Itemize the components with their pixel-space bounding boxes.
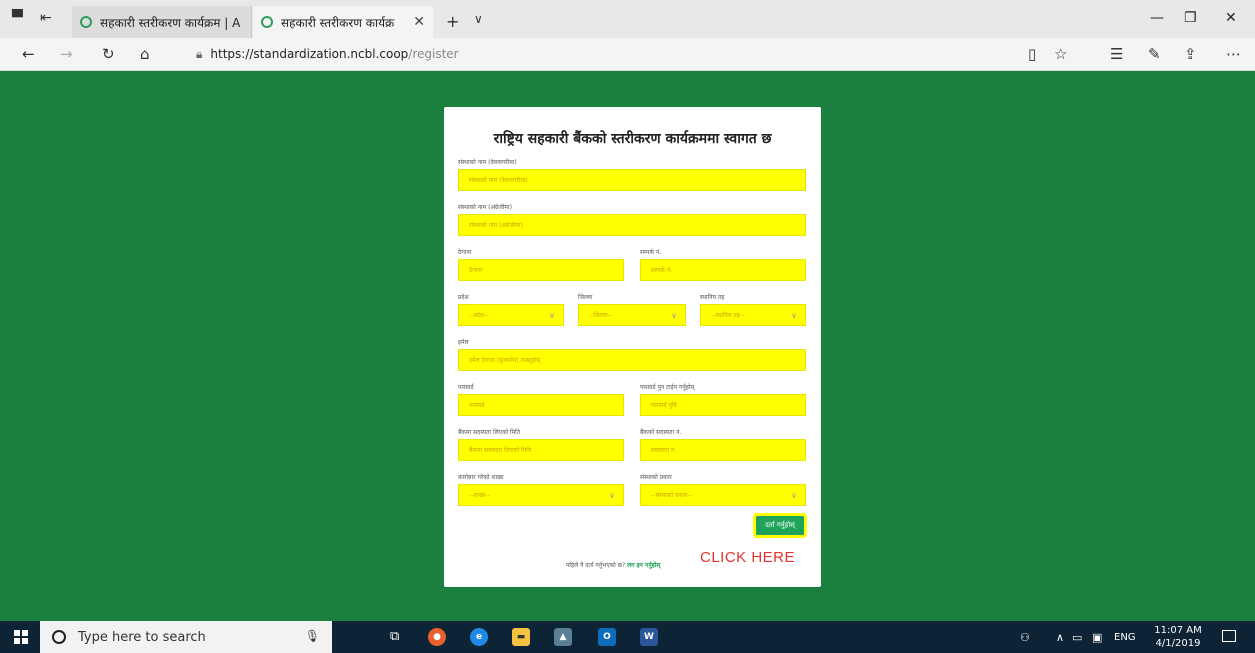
chevron-down-icon: ∨ xyxy=(671,311,677,320)
share-icon[interactable]: ⇪ xyxy=(1184,45,1197,63)
org-name-en-input[interactable]: संस्थाको नाम (अंग्रेजीमा) xyxy=(458,214,806,236)
password-input[interactable]: पासवर्ड xyxy=(458,394,624,416)
browser-tab-bar: ▀ ⇤ सहकारी स्तरीकरण कार्यक्रम | A सहकारी… xyxy=(0,0,1255,38)
password-label: पासवर्ड xyxy=(458,384,474,391)
search-placeholder: Type here to search xyxy=(78,629,206,645)
login-link[interactable]: लग इन गर्नुहोस् xyxy=(627,562,660,569)
chevron-down-icon: ∨ xyxy=(791,311,797,320)
org-type-select[interactable]: --संस्थाको प्रकार-- ∨ xyxy=(640,484,806,506)
cortana-icon xyxy=(52,630,66,644)
email-input[interactable]: इमेल ठेगाना (युजरनेम) राख्नुहोस् xyxy=(458,349,806,371)
battery-icon[interactable]: ▭ xyxy=(1072,631,1082,644)
password-confirm-input[interactable]: पासवर्ड पुष्टि xyxy=(640,394,806,416)
transaction-branch-label: कारोबार गरेको शाखा xyxy=(458,474,504,481)
restore-icon[interactable]: ❐ xyxy=(1184,10,1197,26)
tab-active[interactable]: सहकारी स्तरीकरण कार्यक्र ✕ xyxy=(253,6,433,38)
chevron-down-icon: ∨ xyxy=(609,491,615,500)
membership-date-input[interactable]: बैंकमा सदस्यता लिएको मिति xyxy=(458,439,624,461)
forward-icon[interactable]: → xyxy=(60,45,73,63)
district-label: जिल्ला xyxy=(578,294,593,301)
favorite-star-icon[interactable]: ☆ xyxy=(1054,45,1067,63)
membership-date-label: बैंकमा सदस्यता लिएको मिति xyxy=(458,429,521,436)
login-prompt: पहिले नै दर्ता गर्नुभएको छ? लग इन गर्नुह… xyxy=(566,561,660,569)
microphone-icon[interactable]: 🎙︎ xyxy=(305,629,320,643)
tab-label: सहकारी स्तरीकरण कार्यक्रम | A xyxy=(100,15,241,30)
windows-start-icon[interactable] xyxy=(14,630,28,644)
contact-input[interactable]: सम्पर्क नं. xyxy=(640,259,806,281)
word-icon[interactable]: W xyxy=(640,628,658,646)
org-name-en-label: संस्थाको नाम (अंग्रेजीमा) xyxy=(458,204,512,211)
file-explorer-icon[interactable]: ▬ xyxy=(512,628,530,646)
lock-icon: 🔒︎ xyxy=(196,46,203,61)
org-name-np-label: संस्थाको नाम (देवनागरीमा) xyxy=(458,159,517,166)
reading-view-icon[interactable]: ▯ xyxy=(1028,45,1036,63)
membership-no-input[interactable]: सदस्यता नं. xyxy=(640,439,806,461)
favorites-hub-icon[interactable]: ☰ xyxy=(1110,45,1123,63)
address-input[interactable]: ठेगाना xyxy=(458,259,624,281)
local-level-label: स्थानिय तह xyxy=(700,294,725,301)
new-tab-icon[interactable]: + xyxy=(446,12,459,31)
chevron-down-icon: ∨ xyxy=(791,491,797,500)
browser-nav-bar: ← → ↻ ⌂ 🔒︎ https://standardization.ncbl.… xyxy=(0,38,1255,71)
back-icon[interactable]: ← xyxy=(22,45,35,63)
more-icon[interactable]: ⋯ xyxy=(1226,45,1241,63)
edge-icon[interactable]: e xyxy=(470,628,488,646)
url-path: /register xyxy=(408,47,459,61)
district-select[interactable]: --जिल्ला-- ∨ xyxy=(578,304,686,326)
site-favicon-icon xyxy=(80,16,92,28)
org-type-value: --संस्थाको प्रकार-- xyxy=(651,492,692,499)
language-indicator[interactable]: ENG xyxy=(1114,632,1136,643)
register-button[interactable]: दर्ता गर्नुहोस् xyxy=(753,513,807,538)
set-aside-tabs-icon[interactable]: ⇤ xyxy=(40,10,52,26)
minimize-icon[interactable]: — xyxy=(1150,10,1164,26)
tab-actions-icon[interactable]: ▀ xyxy=(12,10,23,26)
address-bar[interactable]: 🔒︎ https://standardization.ncbl.coop /re… xyxy=(196,43,1016,65)
org-name-np-input[interactable]: संस्थाको नाम (देवनागरीमा) xyxy=(458,169,806,191)
login-prompt-text: पहिले नै दर्ता गर्नुभएको छ? xyxy=(566,562,626,569)
outlook-icon[interactable]: O xyxy=(598,628,616,646)
clock-time: 11:07 AM xyxy=(1154,625,1202,636)
chevron-down-icon: ∨ xyxy=(549,311,555,320)
firefox-icon[interactable]: ● xyxy=(428,628,446,646)
home-icon[interactable]: ⌂ xyxy=(140,45,150,63)
contact-label: सम्पर्क नं. xyxy=(640,249,662,256)
district-value: --जिल्ला-- xyxy=(589,312,612,319)
local-level-select[interactable]: --स्थानिय तह-- ∨ xyxy=(700,304,806,326)
action-center-icon[interactable] xyxy=(1222,630,1236,642)
refresh-icon[interactable]: ↻ xyxy=(102,45,115,63)
task-view-icon[interactable]: ⧉ xyxy=(390,629,399,644)
web-note-icon[interactable]: ✎ xyxy=(1148,45,1161,63)
local-level-value: --स्थानिय तह-- xyxy=(711,312,745,319)
address-label: ठेगाना xyxy=(458,249,472,256)
photos-icon[interactable]: ▲ xyxy=(554,628,572,646)
tab-inactive[interactable]: सहकारी स्तरीकरण कार्यक्रम | A xyxy=(72,6,252,38)
password-confirm-label: पासवर्ड पुन टाईप गर्नुहोस् xyxy=(640,384,695,391)
system-clock[interactable]: 11:07 AM 4/1/2019 xyxy=(1150,624,1206,650)
tab-label: सहकारी स्तरीकरण कार्यक्र xyxy=(281,15,395,30)
tab-preview-chevron-icon[interactable]: ∨ xyxy=(474,12,483,26)
taskbar-search[interactable]: Type here to search 🎙︎ xyxy=(40,621,332,653)
site-favicon-icon xyxy=(261,16,273,28)
close-tab-icon[interactable]: ✕ xyxy=(413,14,425,30)
membership-no-label: बैंकको सदस्यता नं. xyxy=(640,429,682,436)
province-label: प्रदेश xyxy=(458,294,469,301)
registration-card: राष्ट्रिय सहकारी बैंकको स्तरीकरण कार्यक्… xyxy=(444,107,821,587)
close-window-icon[interactable]: ✕ xyxy=(1225,10,1237,26)
email-label: इमेल xyxy=(458,339,469,346)
transaction-branch-select[interactable]: --शाखा-- ∨ xyxy=(458,484,624,506)
click-here-annotation: CLICK HERE xyxy=(700,549,796,566)
people-icon[interactable]: ⚇ xyxy=(1020,631,1030,644)
org-type-label: संस्थाको प्रकार xyxy=(640,474,672,481)
windows-taskbar: Type here to search 🎙︎ ⧉ ● e ▬ ▲ O W ⚇ ∧… xyxy=(0,621,1255,653)
province-value: --प्रदेश-- xyxy=(469,312,489,319)
form-title: राष्ट्रिय सहकारी बैंकको स्तरीकरण कार्यक्… xyxy=(493,131,772,147)
transaction-branch-value: --शाखा-- xyxy=(469,492,490,499)
clock-date: 4/1/2019 xyxy=(1155,638,1201,649)
network-icon[interactable]: ▣ xyxy=(1092,631,1102,644)
province-select[interactable]: --प्रदेश-- ∨ xyxy=(458,304,564,326)
show-hidden-icons-icon[interactable]: ∧ xyxy=(1056,631,1064,644)
url-host: https://standardization.ncbl.coop xyxy=(210,47,409,61)
